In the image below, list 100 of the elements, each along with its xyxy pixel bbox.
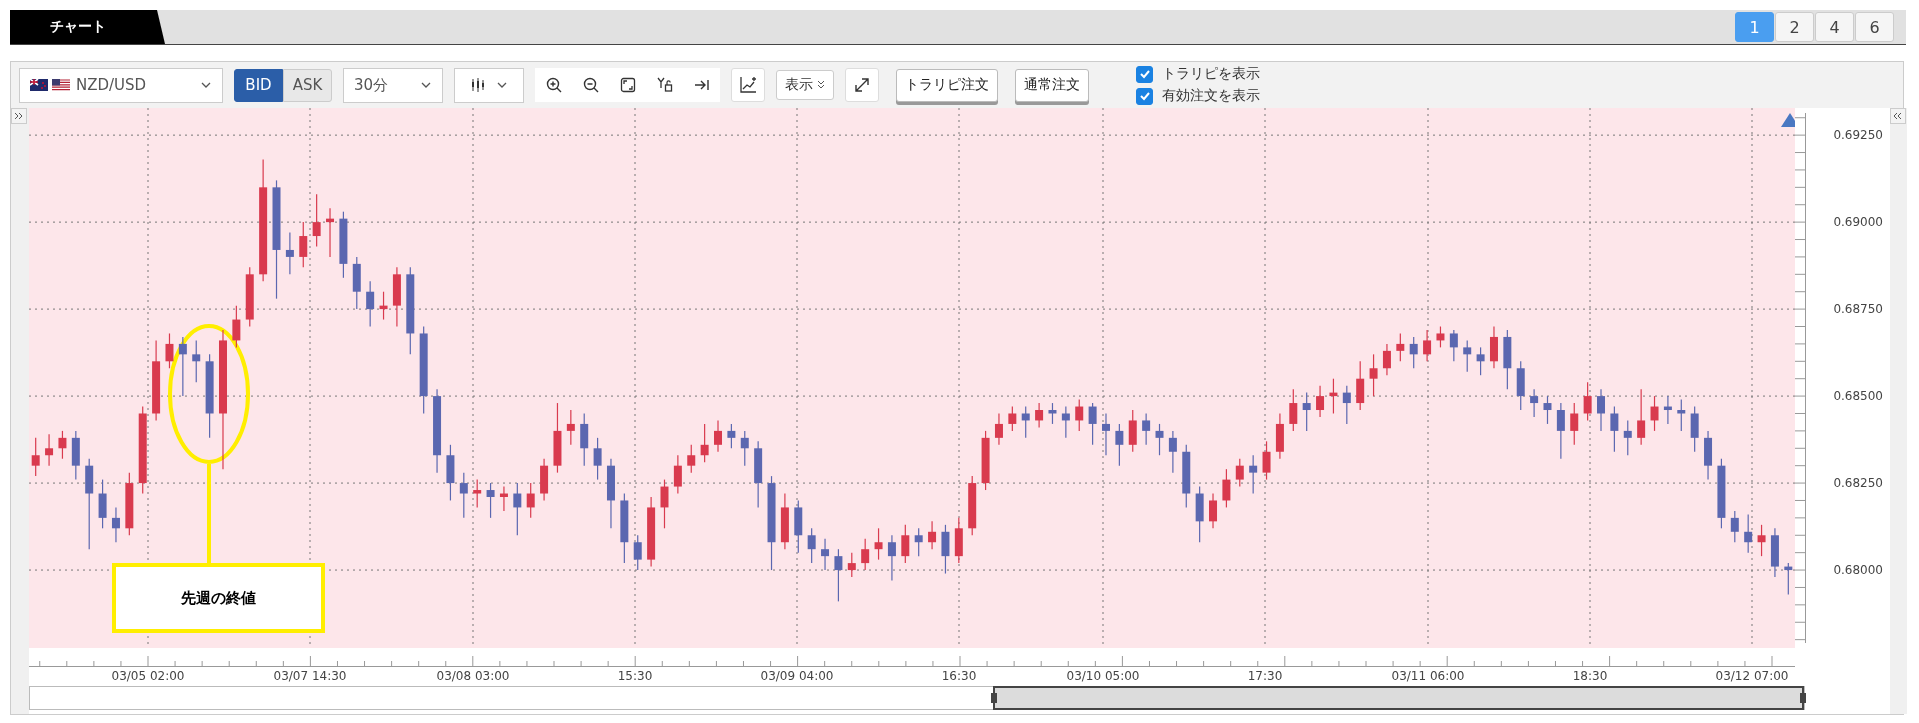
callout-label: 先週の終値 <box>112 563 325 633</box>
candle <box>673 454 682 495</box>
chevron-down-icon <box>420 80 432 90</box>
candle <box>780 492 789 550</box>
candle <box>740 430 749 467</box>
candle <box>593 437 602 481</box>
candle <box>459 472 468 519</box>
candle <box>1556 402 1565 460</box>
display-menu-button[interactable]: 表示 <box>776 70 834 100</box>
candle <box>1088 402 1097 446</box>
candle <box>1436 325 1445 348</box>
candle <box>1102 412 1110 456</box>
candle <box>446 444 455 502</box>
x-axis-label: 03/10 05:00 <box>1066 669 1140 683</box>
candle <box>285 231 294 275</box>
order-button[interactable]: トラリピ注文 <box>896 68 998 102</box>
candle <box>1316 385 1325 418</box>
candle <box>660 479 669 529</box>
chart-plus-icon <box>739 76 757 94</box>
candle <box>379 291 388 321</box>
candle <box>861 538 870 571</box>
jump-to-latest-icon <box>693 77 710 93</box>
candle <box>473 479 482 509</box>
candle <box>914 527 923 557</box>
candle <box>1637 388 1646 446</box>
currency-pair-dropdown[interactable]: NZD/USD <box>19 67 223 103</box>
add-indicator-button[interactable] <box>731 68 765 102</box>
candle <box>847 552 856 578</box>
double-chevron-down-icon <box>817 80 825 90</box>
checkmark-icon <box>1138 68 1151 80</box>
candle <box>165 332 174 369</box>
candle <box>312 193 321 248</box>
candle <box>1021 405 1030 439</box>
x-axis-label: 03/08 03:00 <box>436 669 510 683</box>
candle <box>299 221 308 268</box>
y-axis-label: 0.68000 <box>1833 563 1883 578</box>
candle <box>245 266 254 328</box>
fullscreen-button[interactable] <box>845 68 879 102</box>
candle <box>486 482 495 519</box>
double-chevron-left-icon <box>1893 112 1903 120</box>
candle <box>31 437 40 477</box>
y-axis-label: 0.68750 <box>1833 302 1883 317</box>
fit-screen-icon <box>619 77 636 93</box>
checkbox[interactable] <box>1136 65 1153 83</box>
candle <box>1382 343 1391 376</box>
order-button[interactable]: 通常注文 <box>1015 68 1089 102</box>
candle <box>1329 378 1338 415</box>
layout-button[interactable]: 6 <box>1855 12 1894 42</box>
candle <box>1008 405 1017 432</box>
candle <box>607 458 615 529</box>
candle <box>339 211 348 279</box>
expand-icon <box>854 77 870 93</box>
candle <box>1142 412 1151 446</box>
candle <box>1476 346 1485 376</box>
candle <box>1543 395 1552 425</box>
navigator-window[interactable] <box>993 686 1804 710</box>
range-handle[interactable] <box>1800 693 1806 703</box>
price-side-toggle[interactable]: BID <box>234 68 283 102</box>
x-axis-label: 03/07 14:30 <box>273 669 347 683</box>
candle <box>1155 423 1164 456</box>
navigator-track[interactable] <box>29 686 1805 710</box>
candle <box>807 527 816 564</box>
expand-left-button[interactable] <box>11 108 27 124</box>
candle <box>45 433 54 467</box>
timeframe-dropdown[interactable]: 30分 <box>343 67 443 103</box>
candle <box>540 458 549 502</box>
candle <box>1048 402 1057 425</box>
chart-tab[interactable]: チャート <box>10 10 165 44</box>
layout-button[interactable]: 2 <box>1775 12 1814 42</box>
candle <box>1423 329 1432 362</box>
candle <box>1449 329 1458 362</box>
candle <box>968 475 977 536</box>
candle <box>1570 402 1579 446</box>
candle <box>1195 485 1204 543</box>
candlestick-icon <box>470 77 486 93</box>
collapse-right-button[interactable] <box>1890 108 1906 124</box>
candle <box>1597 388 1605 432</box>
candle <box>1690 405 1699 453</box>
candle <box>1516 360 1525 411</box>
candle <box>366 280 375 328</box>
candle <box>71 430 80 481</box>
candle <box>1168 430 1177 474</box>
x-axis-label: 03/05 02:00 <box>111 669 185 683</box>
x-axis-label: 15:30 <box>617 669 653 683</box>
candle <box>1222 468 1231 509</box>
candle <box>901 524 910 564</box>
checkbox[interactable] <box>1136 87 1153 105</box>
candle <box>566 409 575 446</box>
candle <box>834 548 843 602</box>
price-side-toggle[interactable]: ASK <box>283 68 332 102</box>
range-handle[interactable] <box>991 693 997 703</box>
candle <box>1209 492 1217 529</box>
x-axis-label: 17:30 <box>1247 669 1283 683</box>
chart-type-dropdown[interactable] <box>454 67 524 103</box>
layout-button[interactable]: 4 <box>1815 12 1854 42</box>
candle <box>727 423 736 449</box>
x-axis-label: 18:30 <box>1572 669 1608 683</box>
candle <box>1677 398 1686 432</box>
candle <box>1262 440 1271 481</box>
x-axis-label: 03/11 06:00 <box>1391 669 1465 683</box>
